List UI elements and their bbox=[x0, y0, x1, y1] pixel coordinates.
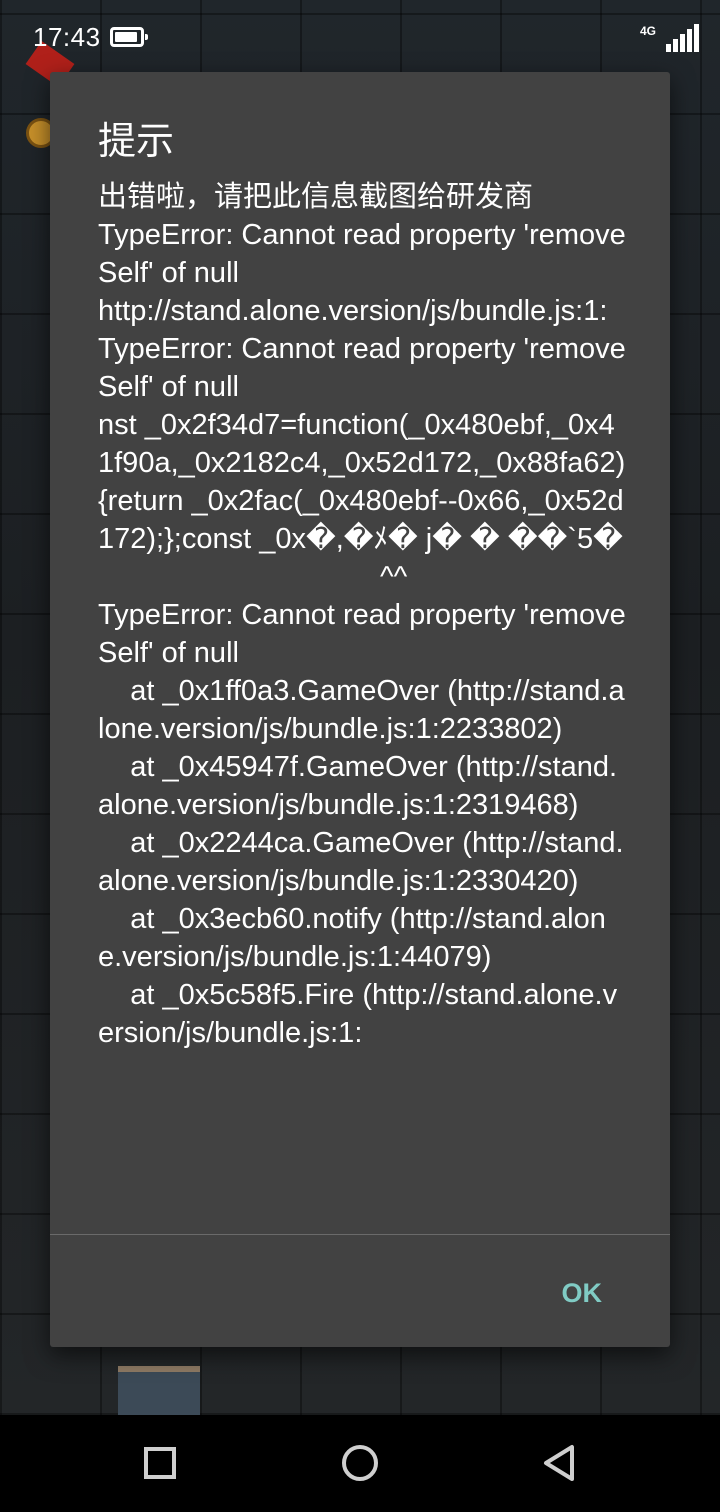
triangle-back-icon[interactable] bbox=[540, 1443, 580, 1483]
dialog-divider bbox=[50, 1234, 670, 1235]
status-bar: 17:43 4G bbox=[0, 0, 720, 74]
ok-button[interactable]: OK bbox=[542, 1272, 623, 1315]
error-dialog: 提示 出错啦，请把此信息截图给研发商 TypeError: Cannot rea… bbox=[50, 72, 670, 1347]
battery-icon bbox=[110, 27, 148, 47]
dialog-message[interactable]: 出错啦，请把此信息截图给研发商 TypeError: Cannot read p… bbox=[98, 178, 626, 1234]
circle-icon[interactable] bbox=[340, 1443, 380, 1483]
square-icon[interactable] bbox=[140, 1443, 180, 1483]
signal-icon bbox=[662, 24, 699, 52]
status-time: 17:43 bbox=[33, 22, 101, 52]
game-bed-sprite bbox=[118, 1366, 200, 1415]
navigation-bar bbox=[0, 1415, 720, 1512]
dialog-title: 提示 bbox=[98, 121, 175, 163]
network-type-label: 4G bbox=[640, 24, 657, 38]
